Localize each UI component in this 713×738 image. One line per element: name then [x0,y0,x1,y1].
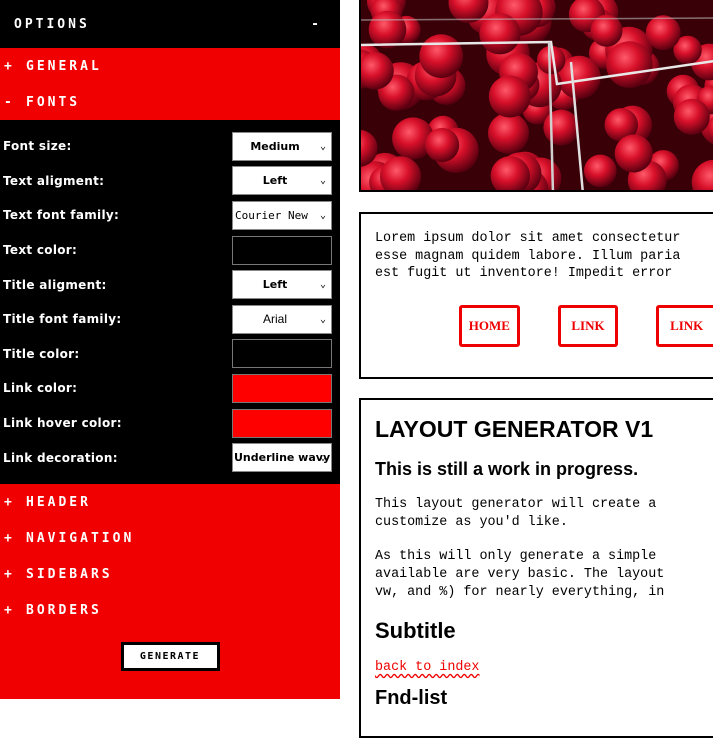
lorem-text: Lorem ipsum dolor sit amet consectetur e… [375,231,681,281]
section-label-header: HEADER [26,494,91,510]
wip-subtitle: This is still a work in progress. [375,459,639,479]
nav-link[interactable]: LINK [557,304,619,347]
generate-button[interactable]: GENERATE [120,642,220,671]
option-row-title-color: Title color: [0,337,340,372]
option-row-text-font-family: Text font family: Courier New ⌄ [0,198,340,233]
section-label-sidebars: SIDEBARS [26,566,113,582]
option-label: Text color: [3,243,78,258]
section-header[interactable]: + HEADER [0,484,340,520]
link-hover-color-picker[interactable] [232,408,332,438]
raspberry-shape [614,134,653,173]
option-row-text-alignment: Text aligment: Left ⌄ [0,164,340,199]
section-general[interactable]: + GENERAL [0,48,340,84]
option-row-link-color: Link color: [0,371,340,406]
option-row-font-size: Font size: Medium ⌄ [0,129,340,164]
title-font-family-select[interactable]: Arial ⌄ [232,304,332,334]
section-fonts[interactable]: - FONTS [0,84,340,120]
text-alignment-select[interactable]: Left ⌄ [232,166,332,196]
expand-icon: + [4,602,15,618]
options-title: OPTIONS [14,16,90,32]
option-label: Font size: [3,139,72,154]
text-font-family-select[interactable]: Courier New ⌄ [232,200,332,230]
section-sidebars[interactable]: + SIDEBARS [0,556,340,592]
option-row-title-alignment: Title aligment: Left ⌄ [0,267,340,302]
back-to-index-link[interactable]: back to index [375,660,713,675]
expand-icon: + [4,566,15,582]
collapse-icon: - [4,94,15,110]
generate-wrap: GENERATE [0,628,340,671]
preview-nav: HOME LINK LINK [361,304,713,347]
content-card: LAYOUT GENERATOR V1 This is still a work… [359,398,713,738]
raspberry-shape [543,109,580,146]
raspberry-shape [368,10,407,49]
section-navigation[interactable]: + NAVIGATION [0,520,340,556]
font-size-select[interactable]: Medium ⌄ [232,131,332,161]
raspberry-shape [606,41,653,88]
collapse-icon[interactable]: - [311,17,322,32]
options-panel: OPTIONS - + GENERAL - FONTS Font size: M… [0,0,340,699]
link-color-picker[interactable] [232,373,332,403]
text-color-picker[interactable] [232,235,332,265]
subtitle-heading: Subtitle [375,618,456,643]
title-alignment-select[interactable]: Left ⌄ [232,270,332,300]
chevron-down-icon: ⌄ [319,175,326,187]
link-decoration-select[interactable]: Underline wavy ⌄ [232,443,332,473]
options-header[interactable]: OPTIONS - [0,0,340,48]
page-title: LAYOUT GENERATOR V1 [375,416,654,442]
intro-card: Lorem ipsum dolor sit amet consectetur e… [359,212,713,379]
fonts-options: Font size: Medium ⌄ Text aligment: Left ⌄ … [0,120,340,484]
details-paragraph: As this will only generate a simple avai… [375,549,665,600]
chevron-down-icon: ⌄ [319,313,326,325]
chevron-down-icon: ⌄ [319,452,326,464]
section-label-navigation: NAVIGATION [26,530,135,546]
raspberry-shape [673,98,710,135]
option-row-text-color: Text color: [0,233,340,268]
raspberry-shape [645,15,681,51]
option-row-title-font-family: Title font family: Arial ⌄ [0,302,340,337]
expand-icon: + [4,530,15,546]
option-label: Link decoration: [3,450,118,465]
option-label: Link hover color: [3,416,122,431]
option-label: Text font family: [3,208,120,223]
option-label: Title aligment: [3,277,107,292]
option-label: Title color: [3,346,80,361]
title-color-picker[interactable] [232,339,332,369]
chevron-down-icon: ⌄ [319,279,326,291]
raspberry-shape [425,127,460,163]
raspberry-shape [584,154,617,188]
chevron-down-icon: ⌄ [319,140,326,152]
nav-home-link[interactable]: HOME [459,304,520,347]
option-label: Link color: [3,381,78,396]
section-label-borders: BORDERS [26,602,102,618]
raspberry-shape [488,112,529,154]
option-row-link-hover-color: Link hover color: [0,406,340,441]
option-row-link-decoration: Link decoration: Underline wavy ⌄ [0,440,340,475]
section-label-fonts: FONTS [26,94,81,110]
list-heading: Fnd-list [375,687,448,709]
raspberry-shape [590,14,623,47]
raspberry-shape [419,34,464,79]
raspberries-illustration [361,0,713,190]
description-paragraph: This layout generator will create a cust… [375,497,657,530]
raspberries-image [359,0,713,192]
option-label: Text aligment: [3,173,105,188]
option-label: Title font family: [3,312,122,327]
expand-icon: + [4,494,15,510]
section-label-general: GENERAL [26,58,102,74]
raspberry-shape [488,75,531,118]
nav-link[interactable]: LINK [656,304,713,347]
chevron-down-icon: ⌄ [319,209,326,221]
section-borders[interactable]: + BORDERS [0,592,340,628]
expand-icon: + [4,58,15,74]
